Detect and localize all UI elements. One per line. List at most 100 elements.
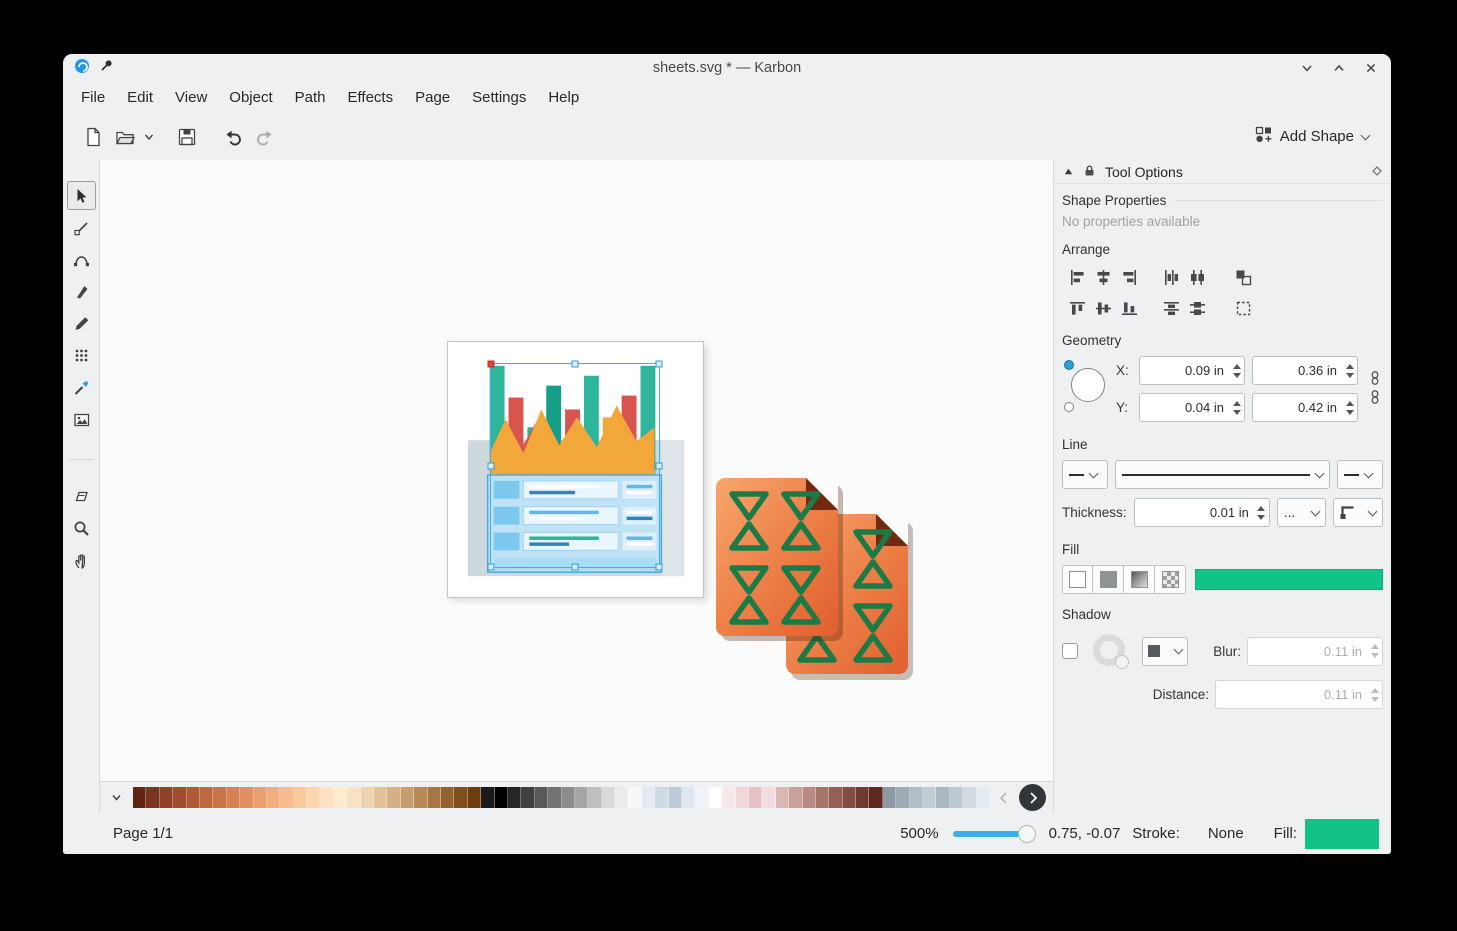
open-document-button[interactable] (109, 121, 141, 153)
palette-swatch[interactable] (736, 787, 749, 808)
bezier-curve-tool-button[interactable] (67, 245, 96, 274)
spinner-arrows[interactable] (1342, 401, 1357, 415)
shadow-distance-spinbox[interactable]: 0.11 in (1215, 680, 1383, 709)
palette-swatch[interactable] (280, 787, 293, 808)
spinner-arrows[interactable] (1229, 401, 1244, 415)
palette-swatch[interactable] (856, 787, 869, 808)
save-button[interactable] (171, 121, 203, 153)
zoom-tool-button[interactable] (67, 514, 96, 543)
line-style-select[interactable] (1115, 460, 1330, 489)
menu-file[interactable]: File (70, 84, 116, 111)
palette-swatch[interactable] (869, 787, 882, 808)
minimize-button[interactable] (1298, 59, 1316, 77)
align-bottom-button[interactable] (1116, 295, 1142, 321)
align-top-button[interactable] (1064, 295, 1090, 321)
palette-swatch[interactable] (294, 787, 307, 808)
maximize-button[interactable] (1330, 59, 1348, 77)
palette-swatch[interactable] (347, 787, 360, 808)
palette-swatch[interactable] (628, 787, 641, 808)
palette-swatch[interactable] (361, 787, 374, 808)
palette-swatch[interactable] (173, 787, 186, 808)
float-docker-icon[interactable] (1372, 164, 1382, 179)
palette-swatch[interactable] (414, 787, 427, 808)
shadow-angle-selector[interactable] (1091, 632, 1129, 670)
link-width-icon[interactable] (1369, 371, 1381, 388)
page-tool-button[interactable] (67, 482, 96, 511)
fill-gradient-button[interactable] (1124, 565, 1155, 594)
distribute-horizontal-left-button[interactable] (1158, 264, 1184, 290)
shadow-blur-spinbox[interactable]: 0.11 in (1247, 637, 1383, 666)
karbon-app-icon[interactable] (74, 58, 90, 79)
pin-icon[interactable] (100, 59, 113, 77)
palette-swatch[interactable] (387, 787, 400, 808)
spinner-arrows[interactable] (1254, 506, 1269, 520)
palette-swatch[interactable] (963, 787, 976, 808)
palette-swatch[interactable] (709, 787, 722, 808)
group-shapes-button[interactable] (1230, 264, 1256, 290)
gradient-edit-tool-button[interactable] (67, 373, 96, 402)
palette-swatch[interactable] (441, 787, 454, 808)
palette-swatch[interactable] (816, 787, 829, 808)
shadow-angle-knob[interactable] (1115, 655, 1129, 669)
shadow-color-button[interactable] (1142, 637, 1188, 666)
palette-swatch[interactable] (602, 787, 615, 808)
pencil-tool-button[interactable] (67, 309, 96, 338)
palette-swatch[interactable] (669, 787, 682, 808)
menu-edit[interactable]: Edit (116, 84, 164, 111)
anchor-top-left-radio[interactable] (1064, 360, 1074, 370)
distribute-horizontal-center-button[interactable] (1184, 264, 1210, 290)
distribute-vertical-top-button[interactable] (1158, 295, 1184, 321)
palette-swatch[interactable] (977, 787, 990, 808)
lock-icon[interactable] (1083, 164, 1096, 180)
palette-swatch[interactable] (320, 787, 333, 808)
palette-swatch[interactable] (374, 787, 387, 808)
palette-swatch[interactable] (843, 787, 856, 808)
shadow-enable-checkbox[interactable] (1062, 643, 1078, 659)
sheets-icon-object[interactable] (708, 474, 918, 686)
palette-swatch[interactable] (521, 787, 534, 808)
palette-prev-button[interactable] (998, 791, 1010, 805)
palette-swatch[interactable] (200, 787, 213, 808)
palette-swatch[interactable] (803, 787, 816, 808)
palette-swatch[interactable] (254, 787, 267, 808)
palette-swatch[interactable] (936, 787, 949, 808)
palette-swatch[interactable] (240, 787, 253, 808)
line-thickness-spinbox[interactable]: 0.01 in (1134, 498, 1270, 527)
palette-swatch[interactable] (495, 787, 508, 808)
palette-swatch[interactable] (160, 787, 173, 808)
line-cap-select[interactable] (1333, 498, 1383, 527)
palette-swatch[interactable] (454, 787, 467, 808)
palette-swatch[interactable] (642, 787, 655, 808)
fill-solid-button[interactable] (1093, 565, 1124, 594)
palette-swatch[interactable] (950, 787, 963, 808)
palette-swatch[interactable] (307, 787, 320, 808)
align-center-vertical-button[interactable] (1090, 295, 1116, 321)
palette-swatch[interactable] (682, 787, 695, 808)
palette-swatch[interactable] (133, 787, 146, 808)
palette-swatch[interactable] (267, 787, 280, 808)
palette-swatch[interactable] (776, 787, 789, 808)
menu-settings[interactable]: Settings (461, 84, 537, 111)
palette-swatch[interactable] (535, 787, 548, 808)
palette-next-button[interactable] (1019, 784, 1046, 811)
pattern-edit-tool-button[interactable] (67, 341, 96, 370)
palette-swatch[interactable] (428, 787, 441, 808)
freehand-path-tool-button[interactable] (67, 213, 96, 242)
palette-swatch[interactable] (883, 787, 896, 808)
palette-swatch[interactable] (762, 787, 775, 808)
zoom-slider-handle[interactable] (1018, 825, 1036, 843)
line-join-select[interactable]: ... (1277, 498, 1327, 527)
palette-swatch[interactable] (575, 787, 588, 808)
palette-swatch[interactable] (655, 787, 668, 808)
palette-swatch[interactable] (548, 787, 561, 808)
position-anchor-selector[interactable] (1062, 356, 1116, 418)
palette-swatch[interactable] (615, 787, 628, 808)
y-position-spinbox[interactable]: 0.04 in (1139, 393, 1245, 422)
open-recent-chevron-icon[interactable] (141, 121, 157, 153)
zoom-slider[interactable] (953, 824, 1035, 844)
align-left-button[interactable] (1064, 264, 1090, 290)
calligraphy-tool-button[interactable] (67, 277, 96, 306)
align-center-horizontal-button[interactable] (1090, 264, 1116, 290)
palette-swatch[interactable] (481, 787, 494, 808)
collapse-icon[interactable] (1063, 164, 1074, 179)
